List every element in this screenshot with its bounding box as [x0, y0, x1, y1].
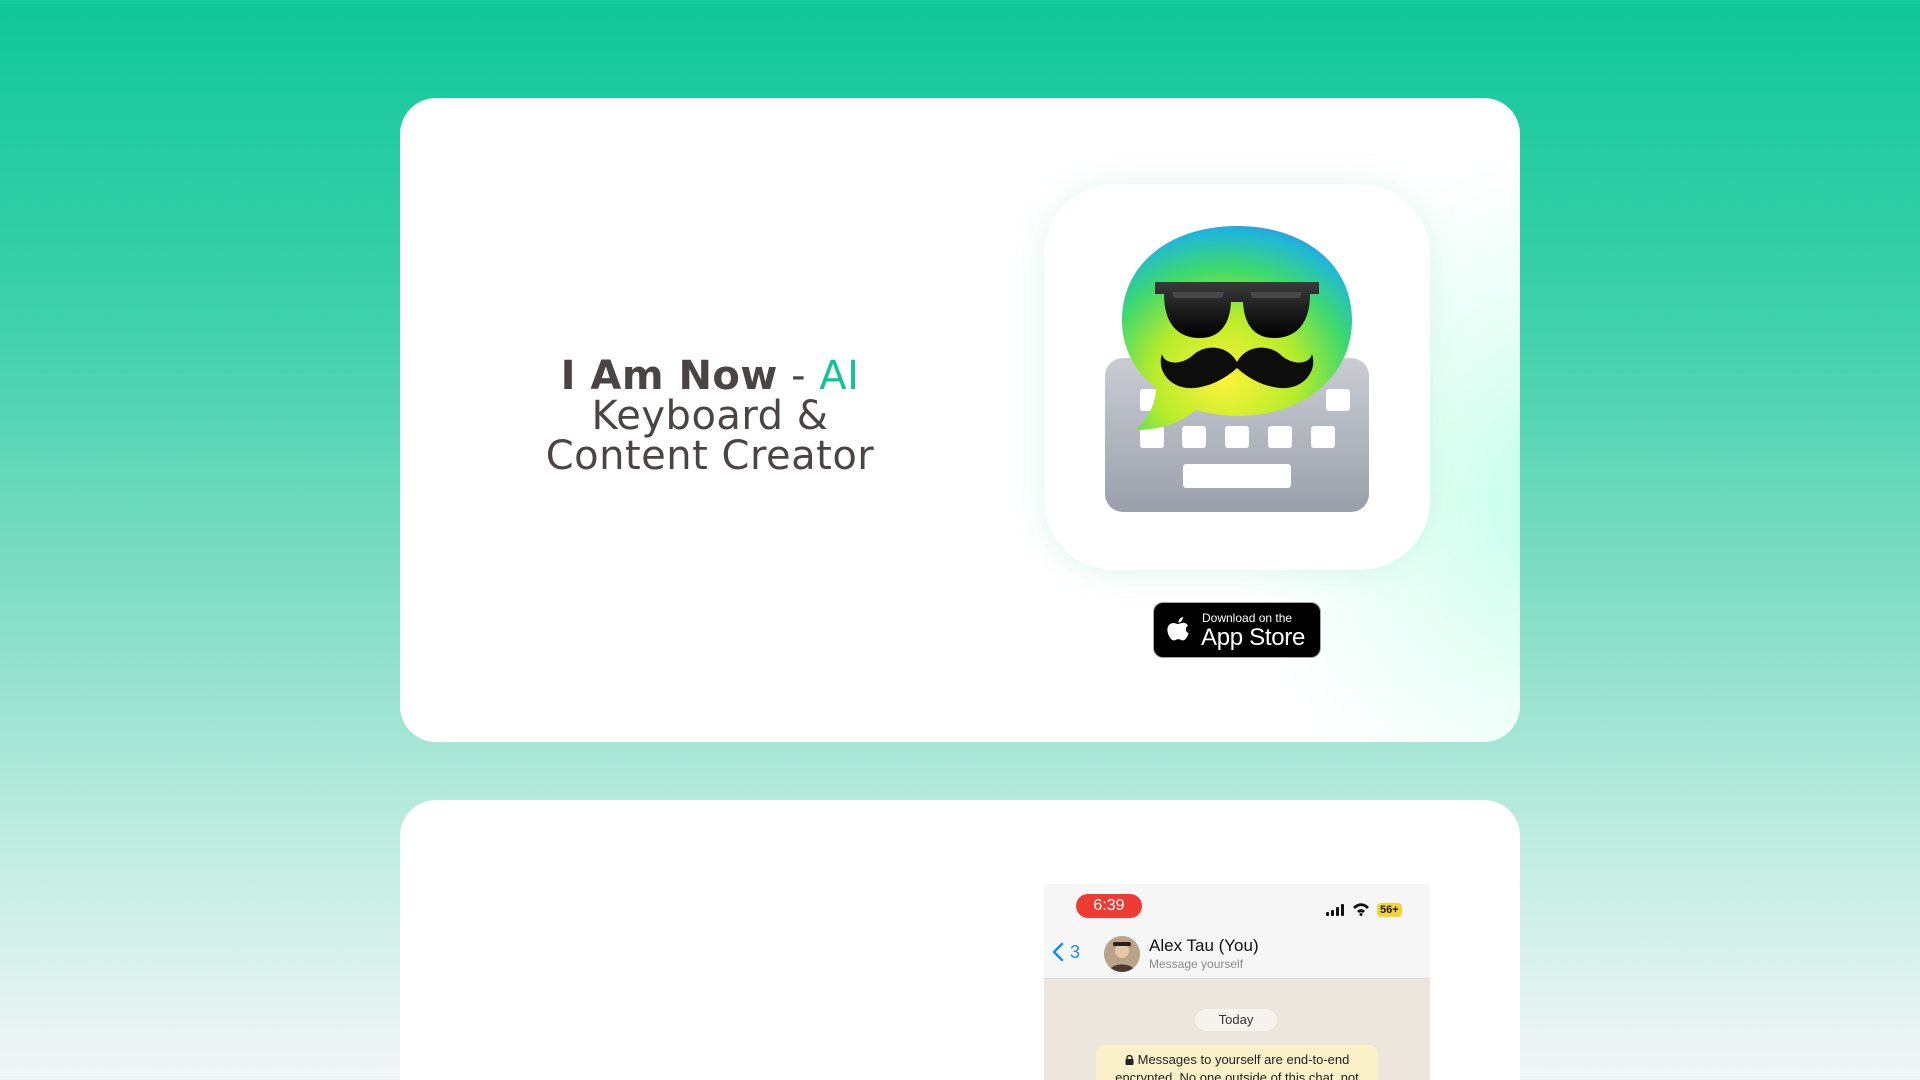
chat-header: 3 Alex Tau (You) Message yourself — [1044, 928, 1430, 979]
cellular-signal-icon — [1326, 904, 1344, 916]
chevron-left-icon — [1052, 942, 1064, 962]
hero-title: I Am Now - AI Keyboard & Content Creator — [460, 356, 960, 476]
unread-count: 3 — [1070, 941, 1081, 962]
title-line-3: Content Creator — [545, 433, 875, 479]
date-separator: Today — [1195, 1009, 1277, 1031]
app-store-download-button[interactable]: Download on the App Store — [1153, 602, 1321, 658]
contact-subtitle: Message yourself — [1149, 957, 1244, 971]
avatar[interactable] — [1104, 936, 1140, 972]
status-time: 6:39 — [1076, 894, 1142, 918]
apple-icon — [1167, 617, 1189, 641]
avatar-image — [1104, 936, 1140, 972]
status-bar: 6:39 56+ — [1044, 884, 1430, 928]
phone-screenshot: 6:39 56+ 3 Alex Tau (You) Message yourse… — [1044, 884, 1430, 1080]
badge-store-name: App Store — [1201, 624, 1306, 651]
hero-card: I Am Now - AI Keyboard & Content Creator — [400, 98, 1520, 742]
app-icon — [1044, 184, 1430, 570]
notice-line-1: Messages to yourself are end-to-end — [1137, 1052, 1350, 1067]
chat-area: Today Messages to yourself are end-to-en… — [1044, 979, 1430, 1080]
encryption-notice[interactable]: Messages to yourself are end-to-end encr… — [1096, 1045, 1378, 1080]
lock-icon — [1125, 1054, 1134, 1065]
badge-small-text: Download on the — [1202, 611, 1293, 625]
contact-name[interactable]: Alex Tau (You) — [1149, 936, 1259, 956]
back-button[interactable]: 3 — [1052, 938, 1080, 966]
title-line-2: Keyboard & — [591, 393, 829, 439]
screenshot-card: 6:39 56+ 3 Alex Tau (You) Message yourse… — [400, 800, 1520, 1080]
wifi-icon — [1353, 903, 1369, 916]
notice-line-2: encrypted. No one outside of this chat, … — [1115, 1070, 1359, 1080]
battery-indicator: 56+ — [1377, 903, 1402, 917]
app-icon-artwork — [1105, 226, 1369, 512]
